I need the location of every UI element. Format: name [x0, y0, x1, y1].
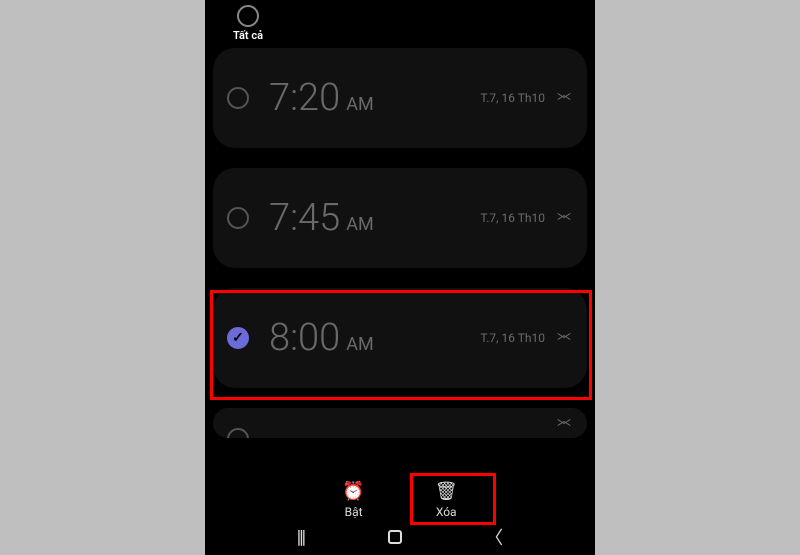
- alarm-time: 7:45 AM: [269, 196, 374, 240]
- alarm-time-value: 8:00: [269, 316, 340, 360]
- expand-collapse-icon[interactable]: ︿﹀: [557, 212, 571, 224]
- enable-label: Bật: [345, 505, 363, 519]
- alarm-checkbox[interactable]: [227, 207, 249, 229]
- expand-collapse-icon[interactable]: ︿﹀: [557, 332, 571, 344]
- alarm-ampm: AM: [346, 94, 373, 115]
- bottom-action-bar: ⏰ Bật 🗑 Xóa: [205, 481, 595, 519]
- alarm-row[interactable]: ︿﹀: [213, 408, 587, 438]
- select-all-label: Tất cả: [233, 29, 263, 42]
- select-all-circle-icon: [237, 5, 259, 27]
- expand-collapse-icon[interactable]: ︿﹀: [557, 418, 571, 430]
- delete-label: Xóa: [436, 505, 457, 519]
- alarm-date: T.7, 16 Th10: [480, 211, 545, 225]
- alarm-checkbox[interactable]: [227, 87, 249, 109]
- alarm-date: T.7, 16 Th10: [480, 91, 545, 105]
- nav-recent-icon[interactable]: |||: [297, 527, 304, 548]
- alarm-time-value: 7:20: [269, 76, 340, 120]
- alarm-ampm: AM: [346, 334, 373, 355]
- phone-screen: Tất cả 7:20 AM T.7, 16 Th10 ︿﹀ 7:45 AM T…: [205, 0, 595, 555]
- alarm-row[interactable]: 7:20 AM T.7, 16 Th10 ︿﹀: [213, 48, 587, 148]
- alarm-date: T.7, 16 Th10: [480, 331, 545, 345]
- alarm-checkbox[interactable]: [227, 428, 249, 438]
- nav-home-icon[interactable]: [388, 530, 402, 544]
- alarm-list: 7:20 AM T.7, 16 Th10 ︿﹀ 7:45 AM T.7, 16 …: [205, 48, 595, 438]
- alarm-time: 7:20 AM: [269, 76, 374, 120]
- alarm-row[interactable]: 8:00 AM T.7, 16 Th10 ︿﹀: [213, 288, 587, 388]
- delete-button[interactable]: 🗑 Xóa: [435, 481, 458, 519]
- alarm-row[interactable]: 7:45 AM T.7, 16 Th10 ︿﹀: [213, 168, 587, 268]
- enable-button[interactable]: ⏰ Bật: [342, 481, 364, 519]
- expand-collapse-icon[interactable]: ︿﹀: [557, 92, 571, 104]
- alarm-clock-icon: ⏰: [342, 481, 364, 502]
- nav-back-icon[interactable]: 〈: [485, 524, 503, 550]
- alarm-checkbox[interactable]: [227, 327, 249, 349]
- select-all-toggle[interactable]: Tất cả: [233, 5, 263, 42]
- alarm-time: 8:00 AM: [269, 316, 374, 360]
- alarm-time-value: 7:45: [269, 196, 340, 240]
- android-nav-bar: ||| 〈: [205, 519, 595, 555]
- alarm-ampm: AM: [346, 214, 373, 235]
- trash-icon: 🗑: [435, 481, 458, 502]
